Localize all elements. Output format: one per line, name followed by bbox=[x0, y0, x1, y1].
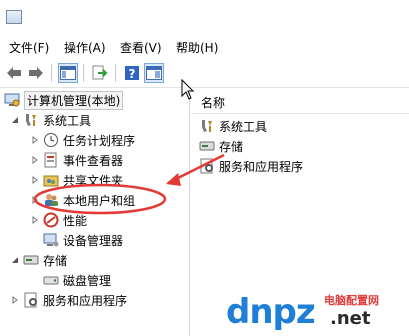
tree-item-services-applications[interactable]: 服务和应用程序 bbox=[10, 290, 127, 310]
tree-item-label: 存储 bbox=[43, 253, 68, 268]
tree-item-label: 事件查看器 bbox=[63, 153, 124, 168]
disk-icon bbox=[43, 272, 59, 288]
computer-management-icon bbox=[4, 92, 20, 108]
forward-arrow-icon[interactable] bbox=[26, 63, 46, 83]
collapsed-arrow-icon[interactable] bbox=[30, 175, 40, 185]
users-group-icon bbox=[43, 192, 59, 208]
list-column-header-name[interactable]: 名称 bbox=[191, 88, 409, 114]
collapsed-arrow-icon[interactable] bbox=[30, 195, 40, 205]
list-header-label: 名称 bbox=[201, 96, 226, 110]
collapsed-arrow-icon[interactable] bbox=[30, 135, 40, 145]
toolbar: ? bbox=[0, 58, 409, 88]
expanded-arrow-icon[interactable] bbox=[10, 255, 20, 265]
toolbar-separator bbox=[51, 64, 52, 82]
tree-item-label: 设备管理器 bbox=[63, 233, 124, 248]
watermark-logo-text: dnpz bbox=[226, 292, 316, 332]
collapsed-arrow-icon[interactable] bbox=[30, 155, 40, 165]
storage-icon bbox=[23, 252, 39, 268]
tree-pane: 计算机管理(本地) 系统工具 任务计划程序 事件查看器 共享文件夹 本地用户和组… bbox=[0, 88, 190, 336]
tree-item-event-viewer[interactable]: 事件查看器 bbox=[30, 150, 123, 170]
tree-root-label: 计算机管理(本地) bbox=[24, 90, 124, 110]
services-icon bbox=[23, 292, 39, 308]
tree-item-system-tools[interactable]: 系统工具 bbox=[10, 110, 91, 130]
services-icon bbox=[199, 158, 215, 174]
tree-item-local-users-groups[interactable]: 本地用户和组 bbox=[30, 190, 135, 210]
toolbar-separator bbox=[83, 64, 84, 82]
list-item-services-applications[interactable]: 服务和应用程序 bbox=[199, 156, 303, 176]
expanded-arrow-icon[interactable] bbox=[10, 115, 20, 125]
svg-text:?: ? bbox=[129, 67, 136, 81]
tools-icon bbox=[199, 118, 215, 134]
toolbar-separator bbox=[115, 64, 116, 82]
storage-icon bbox=[199, 138, 215, 154]
tree-item-storage[interactable]: 存储 bbox=[10, 250, 67, 270]
tree-item-label: 系统工具 bbox=[43, 113, 92, 128]
menu-file[interactable]: 文件(F) bbox=[9, 39, 49, 56]
tree-item-label: 性能 bbox=[63, 213, 88, 228]
list-item-storage[interactable]: 存储 bbox=[199, 136, 243, 156]
event-viewer-icon bbox=[43, 152, 59, 168]
collapsed-arrow-icon[interactable] bbox=[30, 215, 40, 225]
back-arrow-icon[interactable] bbox=[4, 63, 24, 83]
show-hide-tree-icon[interactable] bbox=[58, 63, 78, 83]
collapsed-arrow-icon[interactable] bbox=[10, 295, 20, 305]
tree-item-label: 本地用户和组 bbox=[63, 193, 136, 208]
clock-icon bbox=[43, 132, 59, 148]
tree-root[interactable]: 计算机管理(本地) bbox=[4, 90, 124, 110]
export-list-icon[interactable] bbox=[90, 63, 110, 83]
properties-icon[interactable] bbox=[144, 63, 164, 83]
tree-item-task-scheduler[interactable]: 任务计划程序 bbox=[30, 130, 135, 150]
title-bar bbox=[0, 0, 409, 34]
menu-bar: 文件(F) 操作(A) 查看(V) 帮助(H) bbox=[0, 34, 409, 58]
list-item-system-tools[interactable]: 系统工具 bbox=[199, 116, 267, 136]
menu-view[interactable]: 查看(V) bbox=[120, 39, 162, 56]
list-item-label: 服务和应用程序 bbox=[219, 159, 304, 174]
menu-help[interactable]: 帮助(H) bbox=[176, 39, 218, 56]
performance-icon bbox=[43, 212, 59, 228]
tree-item-performance[interactable]: 性能 bbox=[30, 210, 87, 230]
tools-icon bbox=[23, 112, 39, 128]
computer-management-app-icon bbox=[6, 10, 22, 24]
list-item-label: 系统工具 bbox=[219, 119, 268, 134]
tree-item-label: 服务和应用程序 bbox=[43, 293, 128, 308]
shared-folder-icon bbox=[43, 172, 59, 188]
list-item-label: 存储 bbox=[219, 139, 244, 154]
menu-action[interactable]: 操作(A) bbox=[64, 39, 106, 56]
watermark: dnpz 电脑配置网 .net bbox=[226, 290, 409, 336]
tree-item-shared-folders[interactable]: 共享文件夹 bbox=[30, 170, 123, 190]
tree-item-device-manager[interactable]: 设备管理器 bbox=[43, 230, 123, 250]
tree-item-disk-management[interactable]: 磁盘管理 bbox=[43, 270, 111, 290]
help-icon[interactable]: ? bbox=[122, 63, 142, 83]
tree-item-label: 任务计划程序 bbox=[63, 133, 136, 148]
tree-item-label: 共享文件夹 bbox=[63, 173, 124, 188]
device-manager-icon bbox=[43, 232, 59, 248]
watermark-site-name: 电脑配置网 bbox=[324, 294, 379, 307]
watermark-domain-suffix: .net bbox=[330, 308, 371, 329]
tree-item-label: 磁盘管理 bbox=[63, 273, 112, 288]
